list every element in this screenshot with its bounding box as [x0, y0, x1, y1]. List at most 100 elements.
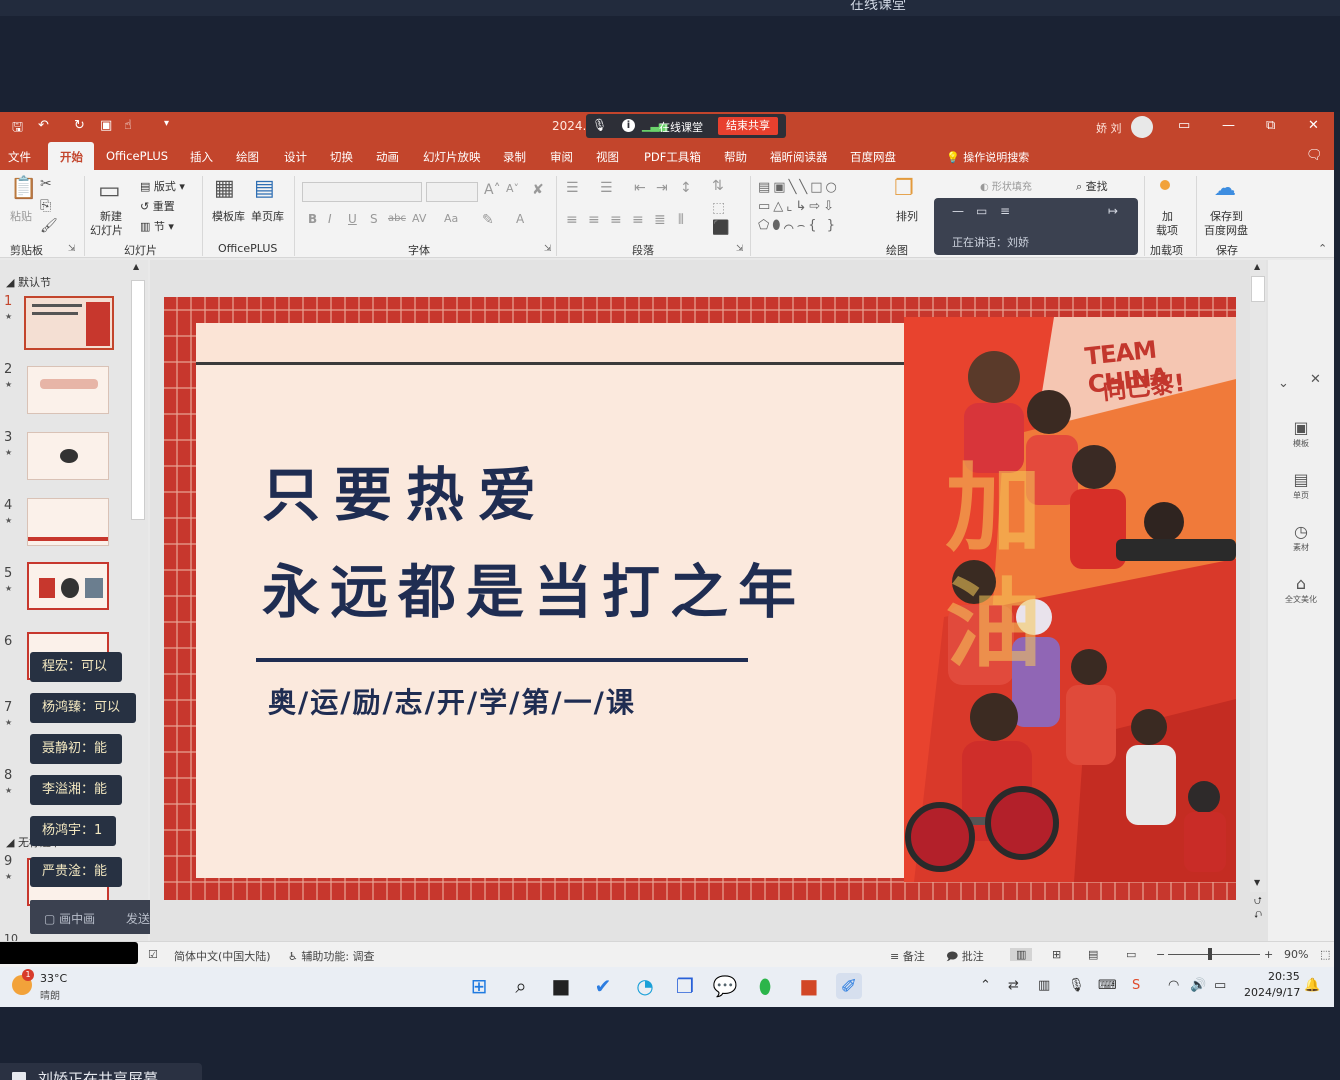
pane-item-material[interactable]: ◷ 素材 — [1268, 522, 1334, 553]
slide-thumbnail-5[interactable] — [27, 562, 109, 610]
next-slide-icon[interactable]: ⮏ — [1254, 908, 1262, 925]
line-spacing-icon[interactable]: ↕ — [680, 180, 692, 196]
copy-icon[interactable]: ⎘ — [40, 198, 51, 214]
wifi-icon[interactable]: ◠ — [1168, 978, 1179, 993]
strikethrough-icon[interactable]: abc — [388, 213, 406, 224]
arrange-label[interactable]: 排列 — [896, 208, 918, 224]
edge-icon[interactable]: ◔ — [632, 973, 658, 999]
tab-0[interactable]: 文件 — [8, 149, 31, 165]
format-painter-icon[interactable]: 🖌 — [40, 218, 58, 234]
notes-button[interactable]: ≡ 备注 — [890, 948, 925, 964]
undo-icon[interactable]: ↶ — [38, 118, 49, 133]
zoom-out-icon[interactable]: − — [1156, 948, 1165, 961]
arrange-icon[interactable]: ❐ — [894, 176, 914, 201]
change-case-icon[interactable]: Aa — [444, 212, 458, 225]
search-icon[interactable]: ⌕ — [508, 973, 534, 999]
pane-item-beautify[interactable]: ⌂ 全文美化 — [1268, 574, 1334, 605]
tab-9[interactable]: 录制 — [503, 149, 526, 165]
zoom-level[interactable]: 90% — [1284, 948, 1308, 961]
single-page-library-label[interactable]: 单页库 — [251, 208, 284, 224]
thumbnail-scroll-thumb[interactable] — [131, 280, 145, 520]
addins-icon[interactable] — [1160, 180, 1170, 190]
current-slide[interactable]: 只要热爱 永远都是当打之年 奥/运/励/志/开/学/第/一/课 TEAM CHI… — [164, 297, 1236, 900]
minimize-icon[interactable]: — — [1222, 118, 1235, 133]
weather-temperature[interactable]: 33°C — [40, 972, 67, 985]
app-store-icon[interactable]: ❐ — [672, 973, 698, 999]
user-name[interactable]: 娇 刘 — [1096, 120, 1122, 136]
align-center-icon[interactable]: ≡ — [588, 212, 600, 228]
tab-6[interactable]: 切换 — [330, 149, 353, 165]
slide-thumbnail-4[interactable] — [27, 498, 109, 546]
char-spacing-icon[interactable]: AV — [412, 212, 426, 225]
bold-icon[interactable]: B — [308, 212, 317, 226]
template-library-icon[interactable]: ▦ — [214, 176, 235, 201]
tray-overflow-icon[interactable]: ⌃ — [980, 978, 991, 993]
align-left-icon[interactable]: ≡ — [566, 212, 578, 228]
normal-view-icon[interactable]: ▥ — [1010, 948, 1033, 961]
save-icon[interactable]: 🖫 — [12, 118, 23, 140]
clear-format-icon[interactable]: ✘ — [532, 182, 544, 198]
pip-toggle[interactable]: ▢ 画中画 — [44, 910, 95, 927]
canvas-scrollbar[interactable] — [1250, 260, 1266, 892]
clipboard-launcher-icon[interactable]: ⇲ — [68, 244, 76, 254]
clock-date[interactable]: 2024/9/17 — [1244, 986, 1300, 999]
tab-15[interactable]: 百度网盘 — [850, 149, 896, 165]
columns-icon[interactable]: ⫴ — [678, 212, 684, 228]
tab-4[interactable]: 绘图 — [236, 149, 259, 165]
close-icon[interactable]: ✕ — [1308, 118, 1319, 133]
paste-icon[interactable]: 📋 — [10, 176, 37, 201]
canvas-scroll-up-icon[interactable]: ▲ — [1254, 262, 1260, 271]
accessibility-status[interactable]: ♿ 辅助功能: 调查 — [288, 948, 375, 964]
tab-12[interactable]: PDF工具箱 — [644, 149, 701, 165]
justify-icon[interactable]: ≡ — [632, 212, 644, 228]
slide-thumbnail-3[interactable] — [27, 432, 109, 480]
redo-icon[interactable]: ↻ — [74, 118, 85, 133]
zoom-in-icon[interactable]: + — [1264, 948, 1273, 961]
start-slideshow-icon[interactable]: ▣ — [100, 118, 112, 133]
tab-14[interactable]: 福昕阅读器 — [770, 149, 828, 165]
text-shadow-icon[interactable]: S — [370, 212, 378, 226]
stop-share-button[interactable]: 结束共享 — [718, 117, 778, 135]
section-button[interactable]: ▥ 节 ▾ — [140, 218, 174, 234]
language-status[interactable]: 简体中文(中国大陆) — [174, 948, 271, 964]
distributed-icon[interactable]: ≣ — [654, 212, 666, 228]
bullets-icon[interactable]: ☰ — [566, 180, 579, 196]
touch-mode-icon[interactable]: ☝ — [124, 118, 132, 133]
ribbon-display-icon[interactable]: ▭ — [1178, 118, 1190, 133]
tab-13[interactable]: 帮助 — [724, 149, 747, 165]
template-library-label[interactable]: 模板库 — [212, 208, 245, 224]
grow-font-icon[interactable]: A˄ — [484, 182, 501, 198]
font-launcher-icon[interactable]: ⇲ — [544, 244, 552, 254]
battery-icon[interactable]: ▭ — [1214, 978, 1226, 993]
numbering-icon[interactable]: ☰ — [600, 180, 613, 196]
tray-app-icon[interactable]: ▥ — [1038, 978, 1050, 993]
shrink-font-icon[interactable]: A˅ — [506, 182, 519, 195]
comments-button[interactable]: 🗩 批注 — [946, 948, 984, 967]
start-icon[interactable]: ⊞ — [466, 973, 492, 999]
font-size-box[interactable] — [426, 182, 478, 202]
tray-s-icon[interactable]: S — [1132, 978, 1140, 993]
tray-sync-icon[interactable]: ⇄ — [1008, 978, 1019, 993]
tab-2[interactable]: OfficePLUS — [106, 149, 168, 163]
popup-menu-icon[interactable]: ≡ — [1000, 204, 1010, 218]
popup-minimize-icon[interactable]: — — [952, 204, 964, 218]
fit-slide-icon[interactable]: ⬚ — [1320, 948, 1330, 961]
shape-fill-button[interactable]: ◐ 形状填充 — [980, 178, 1032, 193]
slide-sorter-icon[interactable]: ⊞ — [1052, 948, 1061, 961]
tab-10[interactable]: 审阅 — [550, 149, 573, 165]
paragraph-launcher-icon[interactable]: ⇲ — [736, 244, 744, 254]
tab-5[interactable]: 设计 — [284, 149, 307, 165]
tab-7[interactable]: 动画 — [376, 149, 399, 165]
shapes-gallery[interactable]: ▤▣╲╲□○ ▭△⌞↳⇨⇩ ⬠⬮⌒⌢{ } — [758, 178, 880, 238]
tab-11[interactable]: 视图 — [596, 149, 619, 165]
zoom-slider[interactable] — [1168, 954, 1260, 955]
slide-thumbnail-1[interactable] — [24, 296, 114, 350]
restore-icon[interactable]: ⧉ — [1266, 118, 1275, 133]
zoom-slider-knob[interactable] — [1208, 948, 1212, 960]
spellcheck-icon[interactable]: ☑ — [148, 948, 158, 961]
slide-subtitle[interactable]: 奥/运/励/志/开/学/第/一/课 — [268, 681, 636, 721]
font-name-box[interactable] — [302, 182, 422, 202]
chat-app-icon[interactable]: 💬 — [712, 973, 738, 999]
slideshow-view-icon[interactable]: ▭ — [1126, 948, 1136, 961]
tab-3[interactable]: 插入 — [190, 149, 213, 165]
